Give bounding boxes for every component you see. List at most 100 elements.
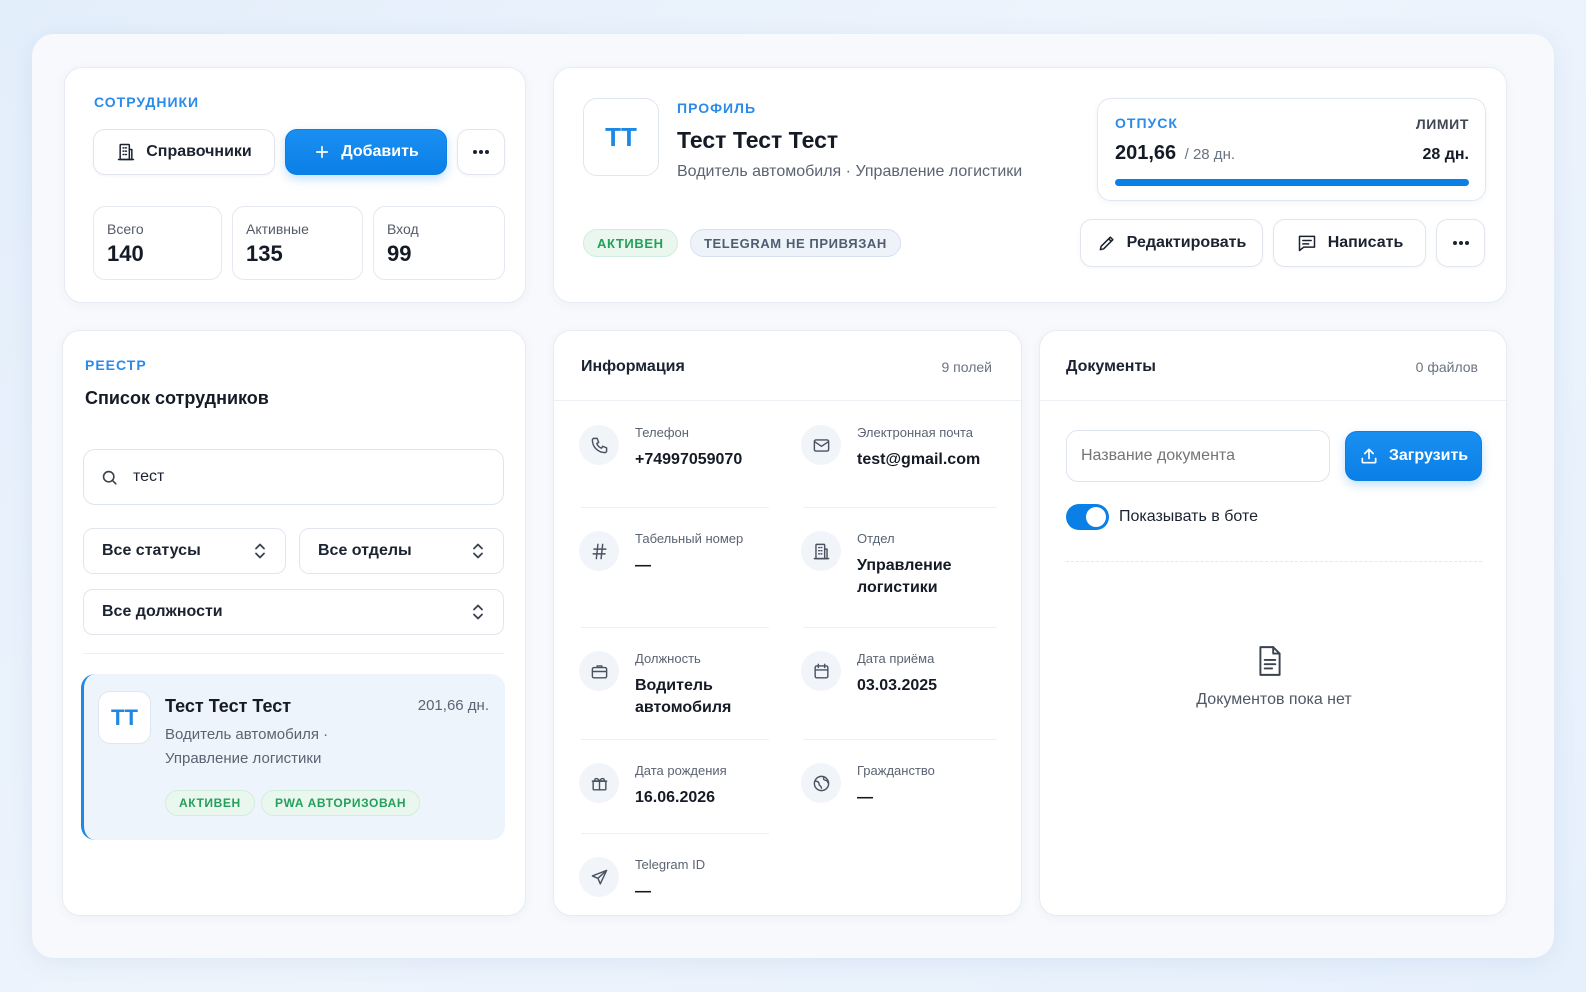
stat-active: Активные 135	[232, 206, 363, 280]
show-in-bot-label: Показывать в боте	[1119, 508, 1258, 525]
profile-card: ТТ ПРОФИЛЬ Тест Тест Тест Водитель автом…	[553, 67, 1507, 303]
department-filter[interactable]: Все отделы	[299, 528, 504, 574]
profile-more-button[interactable]	[1436, 219, 1485, 267]
list-item[interactable]: ТТ Тест Тест Тест 201,66 дн. Водитель ав…	[81, 674, 505, 840]
add-employee-button[interactable]: Добавить	[285, 129, 447, 175]
info-row-divider	[803, 739, 997, 740]
list-item-badge-active: АКТИВЕН	[165, 790, 255, 816]
info-row-divider	[581, 833, 769, 834]
add-label: Добавить	[341, 143, 419, 160]
search-input[interactable]: тест	[83, 449, 504, 505]
stat-active-value: 135	[246, 241, 283, 266]
registry-eyebrow: РЕЕСТР	[85, 357, 147, 373]
documents-empty-text: Документов пока нет	[1196, 691, 1352, 708]
list-item-days: 201,66 дн.	[417, 697, 489, 714]
upload-button[interactable]: Загрузить	[1345, 431, 1482, 481]
list-item-position: Водитель автомобиля ·	[165, 726, 329, 743]
status-filter[interactable]: Все статусы	[83, 528, 286, 574]
stat-total-label: Всего	[107, 221, 144, 237]
more-dots-icon	[1451, 240, 1471, 246]
field-department-value: Управление логистики	[857, 557, 952, 596]
mail-icon	[801, 425, 841, 465]
vacation-used: 201,66 / 28 дн.	[1115, 142, 1235, 165]
list-item-name: Тест Тест Тест	[165, 696, 292, 716]
stat-total: Всего 140	[93, 206, 222, 280]
field-hire-date-value: 03.03.2025	[857, 677, 938, 694]
stat-login: Вход 99	[373, 206, 505, 280]
field-position-label: Должность	[635, 651, 701, 666]
profile-avatar: ТТ	[583, 98, 659, 176]
profile-eyebrow: ПРОФИЛЬ	[677, 100, 757, 116]
field-tab-number-value: —	[635, 557, 651, 574]
chevron-updown-icon	[471, 542, 485, 560]
building-icon	[116, 142, 136, 162]
vacation-limit-label: ЛИМИТ	[1415, 116, 1469, 132]
field-email-value: test@gmail.com	[857, 451, 981, 468]
document-name-input[interactable]	[1066, 430, 1330, 482]
show-in-bot-toggle[interactable]	[1066, 504, 1109, 530]
directories-button[interactable]: Справочники	[93, 129, 275, 175]
list-item-badge-pwa: PWA АВТОРИЗОВАН	[261, 790, 421, 816]
status-badge-telegram: TELEGRAM НЕ ПРИВЯЗАН	[690, 229, 901, 257]
stat-login-label: Вход	[387, 221, 419, 237]
info-row-divider	[803, 507, 997, 508]
field-telegram-label: Telegram ID	[635, 857, 706, 872]
registry-card: РЕЕСТР Список сотрудников тест Все стату…	[62, 330, 526, 916]
info-title: Информация	[581, 358, 685, 375]
plus-icon	[313, 143, 331, 161]
info-header-divider	[554, 400, 1023, 401]
more-dots-icon	[471, 149, 491, 155]
edit-profile-button[interactable]: Редактировать	[1080, 219, 1263, 267]
field-telegram-value: —	[635, 883, 651, 900]
upload-label: Загрузить	[1388, 447, 1469, 464]
vacation-used-value: 201,66	[1115, 142, 1177, 164]
documents-header-divider	[1040, 400, 1508, 401]
registry-title: Список сотрудников	[85, 388, 269, 408]
profile-name: Тест Тест Тест	[677, 127, 839, 153]
documents-count: 0 файлов	[1415, 359, 1478, 375]
field-birth-date-label: Дата рождения	[635, 763, 727, 778]
chevron-updown-icon	[471, 603, 485, 621]
info-row-divider	[581, 627, 769, 628]
vacation-eyebrow: ОТПУСК	[1115, 115, 1178, 131]
stat-active-label: Активные	[246, 221, 309, 237]
field-tab-number-label: Табельный номер	[635, 531, 744, 546]
calendar-icon	[801, 651, 841, 691]
send-icon	[579, 857, 619, 897]
field-citizenship-label: Гражданство	[857, 763, 935, 778]
department-filter-value: Все отделы	[318, 542, 412, 559]
list-item-department: Управление логистики	[165, 750, 322, 767]
employees-more-button[interactable]	[457, 129, 505, 175]
stat-total-value: 140	[107, 241, 144, 266]
vacation-limit-value: 28 дн.	[1422, 146, 1469, 163]
field-email-label: Электронная почта	[857, 425, 974, 440]
upload-icon	[1359, 446, 1379, 466]
position-filter[interactable]: Все должности	[83, 589, 504, 635]
field-hire-date-label: Дата приёма	[857, 651, 935, 666]
gift-icon	[579, 763, 619, 803]
pencil-icon	[1097, 233, 1117, 253]
status-badge-active: АКТИВЕН	[583, 229, 678, 257]
documents-dashed-divider	[1066, 561, 1482, 562]
search-icon	[100, 468, 119, 487]
info-row-divider	[581, 739, 769, 740]
globe-icon	[801, 763, 841, 803]
info-count: 9 полей	[941, 359, 992, 375]
toggle-knob	[1086, 507, 1106, 527]
position-filter-value: Все должности	[102, 603, 223, 620]
field-phone-label: Телефон	[635, 425, 689, 440]
phone-icon	[579, 425, 619, 465]
chevron-updown-icon	[253, 542, 267, 560]
registry-divider	[83, 653, 504, 654]
field-phone-value: +74997059070	[635, 451, 743, 468]
briefcase-icon	[579, 651, 619, 691]
employees-eyebrow: СОТРУДНИКИ	[94, 94, 200, 110]
edit-label: Редактировать	[1126, 234, 1247, 251]
vacation-total: / 28 дн.	[1184, 146, 1236, 163]
vacation-progress-track	[1115, 179, 1469, 186]
field-citizenship-value: —	[857, 789, 873, 806]
info-card: Информация 9 полей Телефон +74997059070 …	[553, 330, 1023, 916]
message-button[interactable]: Написать	[1273, 219, 1426, 267]
file-icon	[1257, 645, 1283, 677]
documents-card: Документы 0 файлов Загрузить Показывать …	[1039, 330, 1508, 916]
